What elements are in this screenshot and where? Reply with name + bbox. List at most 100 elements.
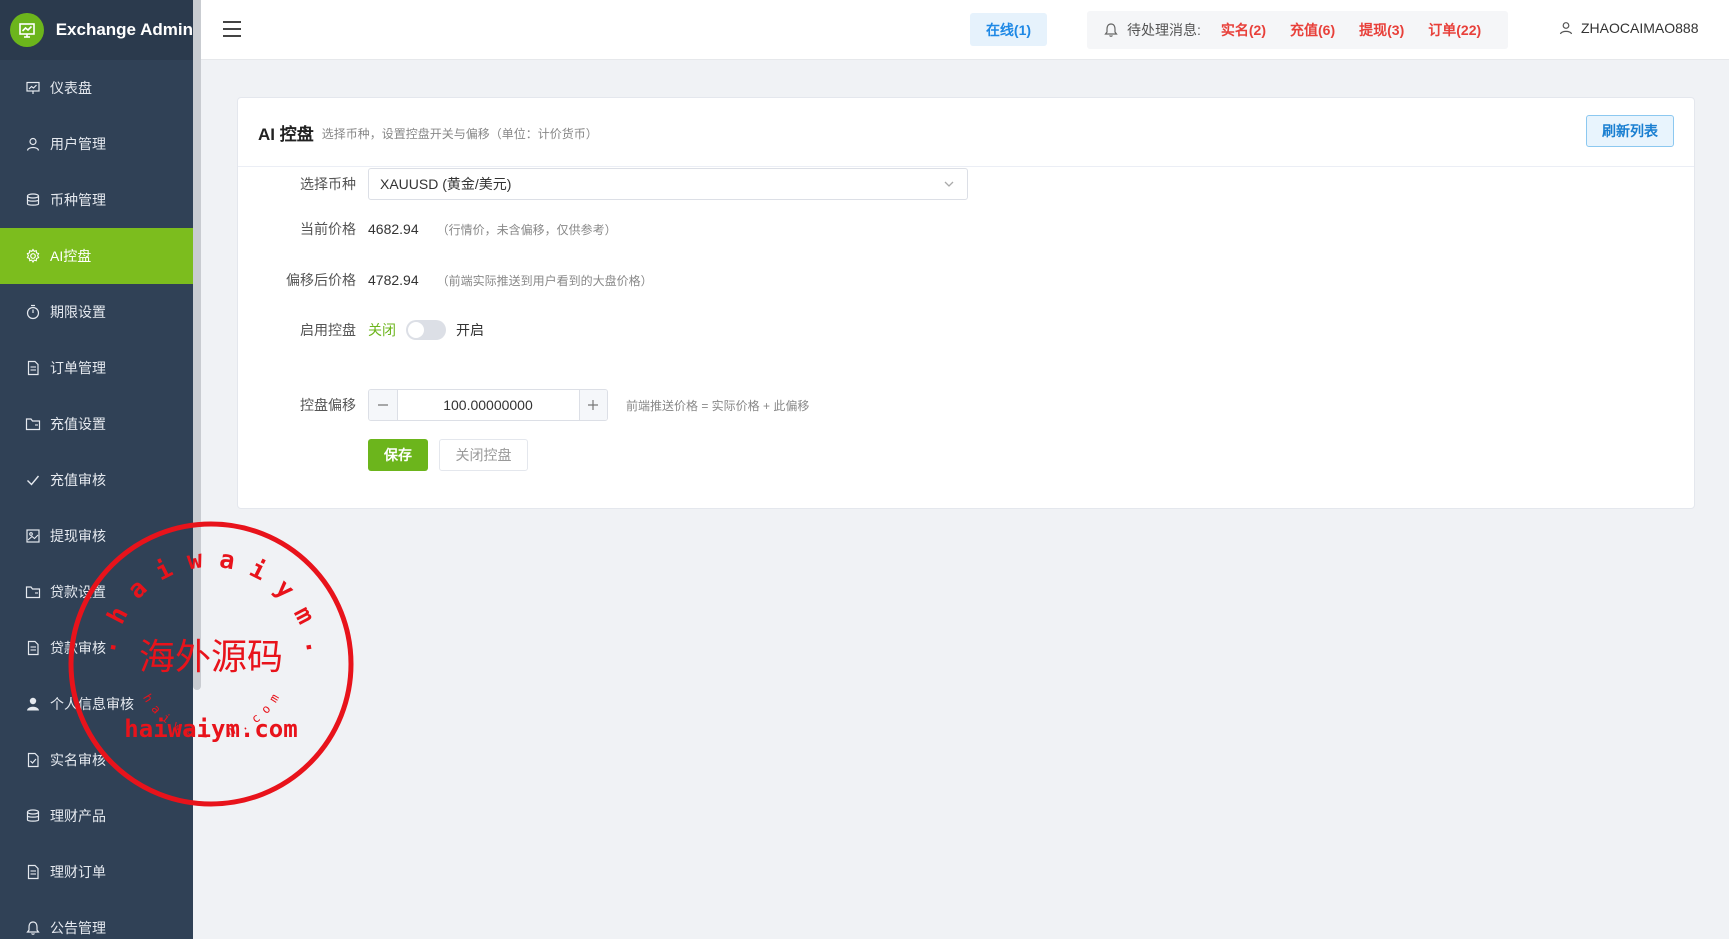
- brand-title: Exchange Admin: [55, 20, 193, 39]
- sidebar-item-9[interactable]: 贷款设置: [0, 564, 193, 620]
- sidebar-item-12[interactable]: 实名审核: [0, 732, 193, 788]
- top-header: 在线(1) 待处理消息: 实名(2) 充值(6) 提现(3) 订单(22) ZH…: [201, 0, 1729, 60]
- current-price-value: 4682.94: [368, 221, 419, 237]
- document-icon: [24, 639, 42, 657]
- sidebar-item-label: 贷款审核: [50, 640, 106, 656]
- sidebar-item-label: 个人信息审核: [50, 696, 134, 712]
- increment-button[interactable]: [578, 390, 607, 420]
- bell-icon: [24, 919, 42, 937]
- picture-icon: [24, 527, 42, 545]
- card-header: AI 控盘 选择币种，设置控盘开关与偏移（单位：计价货币） 刷新列表: [238, 98, 1694, 167]
- sidebar-item-label: 订单管理: [50, 360, 106, 376]
- sidebar-item-1[interactable]: 用户管理: [0, 116, 193, 172]
- coin-label: 选择币种: [300, 176, 356, 192]
- current-price-row: 当前价格 4682.94 （行情价，未含偏移，仅供参考）: [238, 219, 617, 239]
- decrement-button[interactable]: [369, 390, 398, 420]
- person-fill-icon: [24, 695, 42, 713]
- save-button[interactable]: 保存: [368, 439, 428, 471]
- online-badge[interactable]: 在线(1): [970, 13, 1047, 46]
- sidebar-item-label: 币种管理: [50, 192, 106, 208]
- current-price-label: 当前价格: [300, 221, 356, 237]
- notice-withdraw[interactable]: 提现(3): [1359, 20, 1404, 40]
- sidebar: Exchange Admin 仪表盘用户管理币种管理 AI控盘期限设置订单管理充值…: [0, 0, 193, 939]
- sidebar-item-label: 充值设置: [50, 416, 106, 432]
- sidebar-item-5[interactable]: 订单管理: [0, 340, 193, 396]
- sidebar-scrollbar[interactable]: [193, 0, 201, 690]
- offset-label: 控盘偏移: [300, 397, 356, 413]
- switch-off-label: 关闭: [368, 322, 396, 338]
- sidebar-item-10[interactable]: 贷款审核: [0, 620, 193, 676]
- action-row: 保存 关闭控盘: [238, 439, 528, 471]
- current-price-hint: （行情价，未含偏移，仅供参考）: [436, 222, 617, 237]
- username: ZHAOCAIMAO888: [1581, 20, 1699, 36]
- sidebar-item-2[interactable]: 币种管理: [0, 172, 193, 228]
- sidebar-item-8[interactable]: 提现审核: [0, 508, 193, 564]
- sidebar-item-6[interactable]: 充值设置: [0, 396, 193, 452]
- database-icon: [24, 191, 42, 209]
- timer-icon: [24, 303, 42, 321]
- chevron-down-icon: [944, 181, 954, 187]
- database-icon: [24, 807, 42, 825]
- offset-price-hint: （前端实际推送到用户看到的大盘价格）: [436, 273, 653, 288]
- folder-icon: [24, 415, 42, 433]
- coin-select-value: XAUUSD (黄金/美元): [380, 176, 512, 192]
- sidebar-item-label: 理财产品: [50, 808, 106, 824]
- page-title: AI 控盘: [258, 124, 314, 144]
- offset-input[interactable]: [397, 390, 579, 420]
- sidebar-item-label: 用户管理: [50, 136, 106, 152]
- trend-chart-icon: [10, 13, 44, 47]
- gear-icon: [24, 247, 42, 265]
- brand[interactable]: Exchange Admin: [0, 0, 193, 60]
- check-icon: [24, 471, 42, 489]
- offset-hint: 前端推送价格 = 实际价格 + 此偏移: [626, 398, 810, 413]
- bell-icon: [1104, 23, 1118, 37]
- sidebar-menu: 仪表盘用户管理币种管理 AI控盘期限设置订单管理充值设置充值审核提现审核贷款设置贷…: [0, 60, 193, 939]
- sidebar-item-14[interactable]: 理财订单: [0, 844, 193, 900]
- user-menu[interactable]: ZHAOCAIMAO888: [1559, 20, 1698, 36]
- sidebar-item-7[interactable]: 充值审核: [0, 452, 193, 508]
- sidebar-item-0[interactable]: 仪表盘: [0, 60, 193, 116]
- close-control-button[interactable]: 关闭控盘: [439, 439, 528, 471]
- enable-row: 启用控盘 关闭 开启: [238, 320, 484, 340]
- sidebar-item-label: 期限设置: [50, 304, 106, 320]
- offset-price-label: 偏移后价格: [286, 272, 356, 288]
- offset-price-value: 4782.94: [368, 272, 419, 288]
- user-icon: [24, 135, 42, 153]
- enable-label: 启用控盘: [300, 322, 356, 338]
- notice-orders[interactable]: 订单(22): [1428, 20, 1481, 40]
- sidebar-item-label: 提现审核: [50, 528, 106, 544]
- sidebar-item-label: AI控盘: [50, 248, 92, 264]
- plus-icon: [588, 400, 599, 410]
- user-icon: [1559, 22, 1573, 35]
- notice-label: 待处理消息:: [1127, 22, 1201, 38]
- notice-recharge[interactable]: 充值(6): [1290, 20, 1335, 40]
- hamburger-icon[interactable]: [223, 21, 241, 37]
- sidebar-item-label: 贷款设置: [50, 584, 106, 600]
- sidebar-item-11[interactable]: 个人信息审核: [0, 676, 193, 732]
- sidebar-item-label: 充值审核: [50, 472, 106, 488]
- coin-select[interactable]: XAUUSD (黄金/美元): [368, 168, 968, 200]
- sidebar-item-label: 公告管理: [50, 920, 106, 936]
- folder-icon: [24, 583, 42, 601]
- sidebar-item-3[interactable]: AI控盘: [0, 228, 193, 284]
- ai-control-card: AI 控盘 选择币种，设置控盘开关与偏移（单位：计价货币） 刷新列表 选择币种 …: [237, 97, 1695, 509]
- sidebar-item-label: 仪表盘: [50, 80, 92, 96]
- sidebar-item-13[interactable]: 理财产品: [0, 788, 193, 844]
- document-check-icon: [24, 751, 42, 769]
- pending-notices: 待处理消息: 实名(2) 充值(6) 提现(3) 订单(22): [1087, 11, 1508, 49]
- sidebar-item-label: 实名审核: [50, 752, 106, 768]
- page-subtitle: 选择币种，设置控盘开关与偏移（单位：计价货币）: [321, 127, 598, 141]
- sidebar-item-15[interactable]: 公告管理: [0, 900, 193, 939]
- offset-row: 控盘偏移 前端推送价格 = 实际价格 + 此偏移: [238, 389, 809, 421]
- minus-icon: [377, 404, 388, 406]
- enable-control-switch[interactable]: [406, 320, 446, 340]
- switch-on-label: 开启: [456, 322, 484, 338]
- notice-realname[interactable]: 实名(2): [1221, 20, 1266, 40]
- chart-icon: [24, 79, 42, 97]
- sidebar-item-label: 理财订单: [50, 864, 106, 880]
- offset-stepper: [368, 389, 608, 421]
- refresh-list-button[interactable]: 刷新列表: [1586, 115, 1674, 147]
- offset-price-row: 偏移后价格 4782.94 （前端实际推送到用户看到的大盘价格）: [238, 270, 653, 290]
- coin-row: 选择币种 XAUUSD (黄金/美元): [238, 168, 968, 200]
- sidebar-item-4[interactable]: 期限设置: [0, 284, 193, 340]
